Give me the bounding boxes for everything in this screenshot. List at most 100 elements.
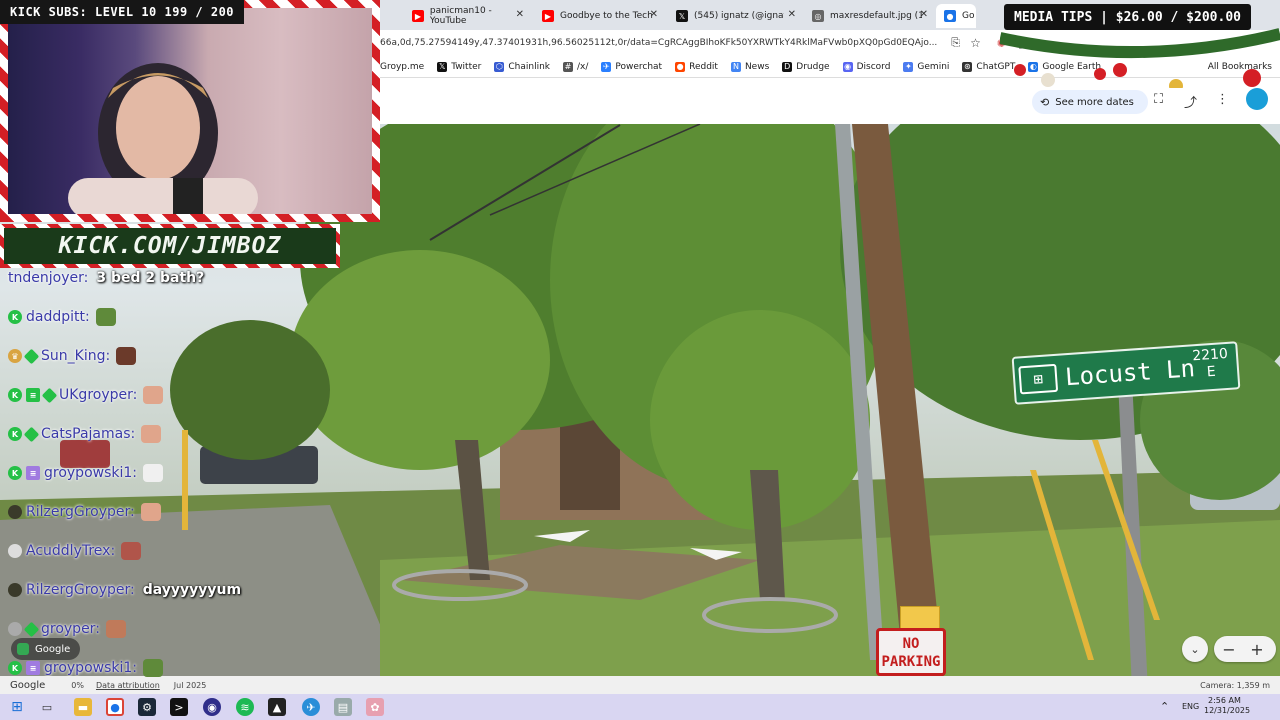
user-avatar-badge-icon bbox=[8, 622, 22, 636]
emote-icon bbox=[95, 308, 116, 326]
app-icon[interactable]: ✿ bbox=[366, 698, 384, 716]
telegram-icon[interactable]: ✈ bbox=[302, 698, 320, 716]
bookmark-powerchat[interactable]: ✈ Powerchat bbox=[601, 61, 662, 72]
chat-message: K CatsPajamas: bbox=[8, 423, 162, 445]
bookmark-label: Reddit bbox=[689, 61, 718, 72]
bookmark-discord[interactable]: ◉ Discord bbox=[842, 61, 890, 72]
chat-username: RilzergGroyper: bbox=[26, 582, 135, 598]
bookmark-drudge[interactable]: D Drudge bbox=[782, 61, 830, 72]
more-options-icon[interactable]: ⋮ bbox=[1216, 92, 1229, 107]
star-icon[interactable]: ☆ bbox=[970, 36, 981, 50]
chat-message: K daddpitt: bbox=[8, 306, 116, 328]
reddit-icon: ● bbox=[675, 61, 686, 72]
chat-username: groypowski1: bbox=[44, 465, 138, 481]
chat-text: dayyyyyyum bbox=[142, 582, 242, 598]
file-explorer-icon[interactable]: ▬ bbox=[74, 698, 92, 716]
clock-time[interactable]: 2:56 AM bbox=[1208, 696, 1241, 705]
app-icon[interactable]: ▲ bbox=[268, 698, 286, 716]
emote-icon bbox=[116, 347, 137, 365]
emote-icon bbox=[141, 425, 162, 443]
webcam-feed bbox=[8, 8, 372, 214]
emote-icon bbox=[143, 386, 164, 404]
webcam-overlay: KICK SUBS: LEVEL 10 199 / 200 KICK.COM/J… bbox=[0, 0, 380, 270]
terminal-icon[interactable]: > bbox=[170, 698, 188, 716]
kick-url-banner: KICK.COM/JIMBOZ bbox=[0, 224, 340, 268]
chat-message: RilzergGroyper: dayyyyyyum bbox=[8, 579, 241, 601]
app-icon[interactable]: ▤ bbox=[334, 698, 352, 716]
clock-date[interactable]: 12/31/2025 bbox=[1204, 706, 1250, 715]
close-icon[interactable]: ✕ bbox=[920, 9, 928, 20]
share-icon[interactable]: ⤴ bbox=[1184, 92, 1197, 111]
x-icon: 𝕏 bbox=[676, 10, 688, 22]
globe-icon: ◎ bbox=[812, 10, 824, 22]
close-icon[interactable]: ✕ bbox=[650, 9, 658, 20]
bookmark-chainlink[interactable]: ⬡ Chainlink bbox=[494, 61, 550, 72]
bookmark-twitter[interactable]: 𝕏 Twitter bbox=[437, 61, 481, 72]
tab-label: maxresdefault.jpg (128 bbox=[830, 11, 922, 21]
language-indicator[interactable]: ENG bbox=[1182, 702, 1199, 711]
chat-username: groypowski1: bbox=[44, 660, 138, 676]
obs-icon[interactable]: ◉ bbox=[203, 698, 221, 716]
sub-badge-icon: ≡ bbox=[26, 388, 40, 402]
tab-label: Goodbye to the Tech T bbox=[560, 11, 654, 21]
chat-username: Sun_King: bbox=[41, 348, 111, 364]
youtube-icon: ▶ bbox=[542, 10, 554, 22]
url-text[interactable]: 66a,0d,75.27594149y,47.37401931h,96.5602… bbox=[380, 38, 937, 48]
chat-message: tndenjoyer: 3 bed 2 bath? bbox=[8, 267, 204, 289]
sub-badge-icon: ≡ bbox=[26, 466, 40, 480]
spotify-icon[interactable]: ≋ bbox=[236, 698, 254, 716]
google-maps-icon: ● bbox=[944, 10, 956, 22]
bookmark-news[interactable]: N News bbox=[730, 61, 770, 72]
x-board-icon: # bbox=[562, 61, 573, 72]
chainlink-icon: ⬡ bbox=[494, 61, 505, 72]
kick-badge-icon: K bbox=[8, 661, 22, 675]
chat-username: RilzergGroyper: bbox=[26, 504, 135, 520]
drudge-icon: D bbox=[782, 61, 793, 72]
christmas-garland bbox=[1000, 28, 1280, 88]
compass-button[interactable]: ⌄ bbox=[1182, 636, 1208, 662]
yellow-notice-tag bbox=[900, 606, 940, 630]
chat-username: CatsPajamas: bbox=[41, 426, 136, 442]
browser-tab-3[interactable]: 𝕏 (545) ignatz (@ignatzs) ✕ bbox=[668, 4, 802, 28]
street-sign-name: Locust Ln bbox=[1064, 354, 1196, 392]
zoom-in-button[interactable]: + bbox=[1244, 636, 1270, 662]
install-app-icon[interactable]: ⎘ bbox=[951, 36, 960, 50]
browser-tab-2[interactable]: ▶ Goodbye to the Tech T ✕ bbox=[534, 4, 664, 28]
browser-tab-4[interactable]: ◎ maxresdefault.jpg (128 ✕ bbox=[804, 4, 934, 28]
google-maps-icon bbox=[17, 643, 29, 655]
see-more-dates-button[interactable]: ⟲ See more dates bbox=[1032, 90, 1148, 114]
street-sign-badge-icon: ⊞ bbox=[1018, 363, 1059, 395]
avatar[interactable] bbox=[1246, 88, 1268, 110]
task-view-icon[interactable]: ▭ bbox=[38, 698, 56, 716]
youtube-icon: ▶ bbox=[412, 10, 424, 22]
bookmark-gemini[interactable]: ✦ Gemini bbox=[903, 61, 949, 72]
windows-start-icon[interactable]: ⊞ bbox=[8, 698, 26, 716]
close-icon[interactable]: ✕ bbox=[516, 9, 524, 20]
bookmark-label: /x/ bbox=[576, 61, 589, 72]
chrome-icon[interactable]: ● bbox=[106, 698, 124, 716]
fullscreen-icon[interactable]: ⛶ bbox=[1154, 92, 1163, 107]
zoom-out-button[interactable]: − bbox=[1216, 636, 1242, 662]
street-sign-house-number: 2210 bbox=[1191, 345, 1229, 365]
map-footer: Google 0% Data attribution Jul 2025 Came… bbox=[0, 676, 1280, 694]
emote-icon bbox=[143, 659, 164, 677]
x-icon: 𝕏 bbox=[437, 61, 448, 72]
crown-badge-icon: ♛ bbox=[8, 349, 22, 363]
steam-icon[interactable]: ⚙ bbox=[138, 698, 156, 716]
data-attribution-link[interactable]: Data attribution bbox=[96, 681, 160, 690]
browser-tab-5-active[interactable]: ● Go bbox=[936, 4, 976, 28]
emote-icon bbox=[143, 464, 164, 482]
windows-taskbar: ⊞ ▭ ▬ ● ⚙ > ◉ ≋ ▲ ✈ ▤ ✿ ⌃ ENG 2:56 AM 12… bbox=[0, 694, 1280, 720]
close-icon[interactable]: ✕ bbox=[788, 9, 796, 20]
diamond-badge-icon bbox=[23, 348, 40, 364]
bookmark-x-board[interactable]: #/x/ bbox=[562, 61, 589, 72]
bookmark-reddit[interactable]: ● Reddit bbox=[675, 61, 718, 72]
tray-chevron-icon[interactable]: ⌃ bbox=[1160, 700, 1169, 713]
bookmark-groyp[interactable]: Groyp.me bbox=[380, 62, 424, 72]
bookmark-label: Chainlink bbox=[508, 61, 550, 72]
street-sign-number: 2210 E bbox=[1192, 346, 1230, 382]
browser-tab-1[interactable]: ▶ panicman10 - YouTube ✕ bbox=[404, 4, 530, 28]
bookmark-label: News bbox=[744, 61, 770, 72]
chat-text: 3 bed 2 bath? bbox=[96, 270, 205, 286]
kick-subs-goal: KICK SUBS: LEVEL 10 199 / 200 bbox=[0, 0, 245, 24]
